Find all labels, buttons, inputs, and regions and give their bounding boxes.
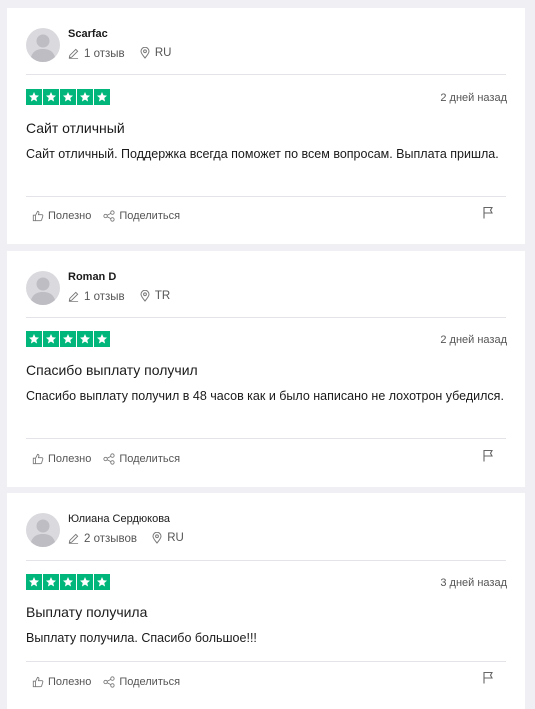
flag-icon: [483, 449, 493, 462]
useful-label: Полезно: [48, 453, 92, 465]
avatar[interactable]: [26, 271, 60, 305]
thumbs-up-icon: [32, 453, 44, 465]
star-rating: [26, 331, 110, 347]
review-header: Roman D 1 отзыв TR: [26, 271, 506, 311]
star-rating: [26, 574, 110, 590]
useful-button[interactable]: Полезно: [32, 453, 91, 465]
author-country: RU: [152, 532, 184, 544]
star-icon: [60, 331, 76, 347]
author-meta: 2 отзывов RU: [68, 532, 196, 546]
author-name[interactable]: Юлиана Сердюкова: [68, 513, 170, 525]
star-icon: [43, 89, 59, 105]
report-flag-button[interactable]: [482, 449, 494, 467]
star-icon: [26, 331, 42, 347]
pencil-icon: [68, 533, 79, 544]
useful-button[interactable]: Полезно: [32, 210, 91, 222]
star-icon: [26, 89, 42, 105]
thumbs-up-icon: [32, 210, 44, 222]
star-icon: [94, 331, 110, 347]
share-label: Поделиться: [119, 210, 181, 222]
star-icon: [60, 89, 76, 105]
useful-label: Полезно: [48, 676, 92, 688]
star-icon: [77, 574, 93, 590]
divider: [26, 196, 506, 197]
author-meta: 1 отзыв RU: [68, 47, 183, 61]
review-header: Scarfac 1 отзыв RU: [26, 28, 506, 68]
review-count-text: 1 отзыв: [84, 47, 125, 60]
country-text: TR: [154, 290, 171, 302]
flag-icon: [483, 671, 493, 684]
report-flag-button[interactable]: [482, 206, 494, 224]
star-icon: [26, 574, 42, 590]
author-country: TR: [140, 290, 170, 302]
review-actions: Полезно Поделиться: [32, 210, 192, 222]
pencil-icon: [68, 48, 79, 59]
divider: [26, 661, 506, 662]
flag-icon: [483, 206, 493, 219]
share-button[interactable]: Поделиться: [103, 210, 180, 222]
review-body: Спасибо выплату получил в 48 часов как и…: [26, 389, 504, 403]
review-count-text: 2 отзывов: [84, 532, 138, 545]
review-body: Выплату получила. Спасибо большое!!!: [26, 631, 257, 645]
review-title[interactable]: Сайт отличный: [26, 120, 125, 136]
country-text: RU: [154, 47, 172, 59]
divider: [26, 438, 506, 439]
share-icon: [103, 210, 115, 222]
avatar-placeholder-icon: [30, 519, 56, 547]
review-count: 1 отзыв: [68, 48, 125, 60]
review-date: 3 дней назад: [440, 577, 507, 589]
review-count: 1 отзыв: [68, 291, 125, 303]
thumbs-up-icon: [32, 676, 44, 688]
review-title[interactable]: Спасибо выплату получил: [26, 362, 198, 378]
country-text: RU: [167, 532, 184, 544]
share-label: Поделиться: [119, 676, 181, 688]
author-name[interactable]: Roman D: [68, 271, 116, 283]
avatar-placeholder-icon: [30, 34, 56, 62]
avatar[interactable]: [26, 513, 60, 547]
divider: [26, 317, 506, 318]
review-count: 2 отзывов: [68, 533, 137, 545]
report-flag-button[interactable]: [482, 671, 494, 689]
review-actions: Полезно Поделиться: [32, 453, 192, 465]
location-pin-icon: [140, 47, 150, 59]
review-card: Scarfac 1 отзыв RU 2 дней назад Сайт отл…: [7, 8, 525, 244]
review-header: Юлиана Сердюкова 2 отзывов RU: [26, 513, 506, 553]
review-card: Юлиана Сердюкова 2 отзывов RU 3 дней наз…: [7, 493, 525, 709]
avatar[interactable]: [26, 28, 60, 62]
pencil-icon: [68, 291, 79, 302]
share-label: Поделиться: [119, 453, 181, 465]
star-icon: [60, 574, 76, 590]
reviews-list: Scarfac 1 отзыв RU 2 дней назад Сайт отл…: [0, 0, 535, 709]
share-button[interactable]: Поделиться: [103, 676, 180, 688]
divider: [26, 74, 506, 75]
location-pin-icon: [140, 290, 150, 302]
star-icon: [94, 574, 110, 590]
review-title[interactable]: Выплату получила: [26, 604, 147, 620]
review-date: 2 дней назад: [440, 92, 507, 104]
review-date: 2 дней назад: [440, 334, 507, 346]
review-card: Roman D 1 отзыв TR 2 дней назад Спасибо …: [7, 251, 525, 487]
useful-label: Полезно: [48, 210, 92, 222]
review-actions: Полезно Поделиться: [32, 676, 192, 688]
author-meta: 1 отзыв TR: [68, 290, 182, 304]
review-body: Сайт отличный. Поддержка всегда поможет …: [26, 147, 499, 161]
avatar-placeholder-icon: [30, 277, 56, 305]
location-pin-icon: [152, 532, 162, 544]
star-icon: [77, 89, 93, 105]
share-button[interactable]: Поделиться: [103, 453, 180, 465]
star-rating: [26, 89, 110, 105]
share-icon: [103, 676, 115, 688]
review-count-text: 1 отзыв: [84, 290, 125, 303]
divider: [26, 560, 506, 561]
star-icon: [94, 89, 110, 105]
author-country: RU: [140, 47, 172, 59]
useful-button[interactable]: Полезно: [32, 676, 91, 688]
share-icon: [103, 453, 115, 465]
star-icon: [77, 331, 93, 347]
author-name[interactable]: Scarfac: [68, 28, 108, 40]
star-icon: [43, 574, 59, 590]
star-icon: [43, 331, 59, 347]
